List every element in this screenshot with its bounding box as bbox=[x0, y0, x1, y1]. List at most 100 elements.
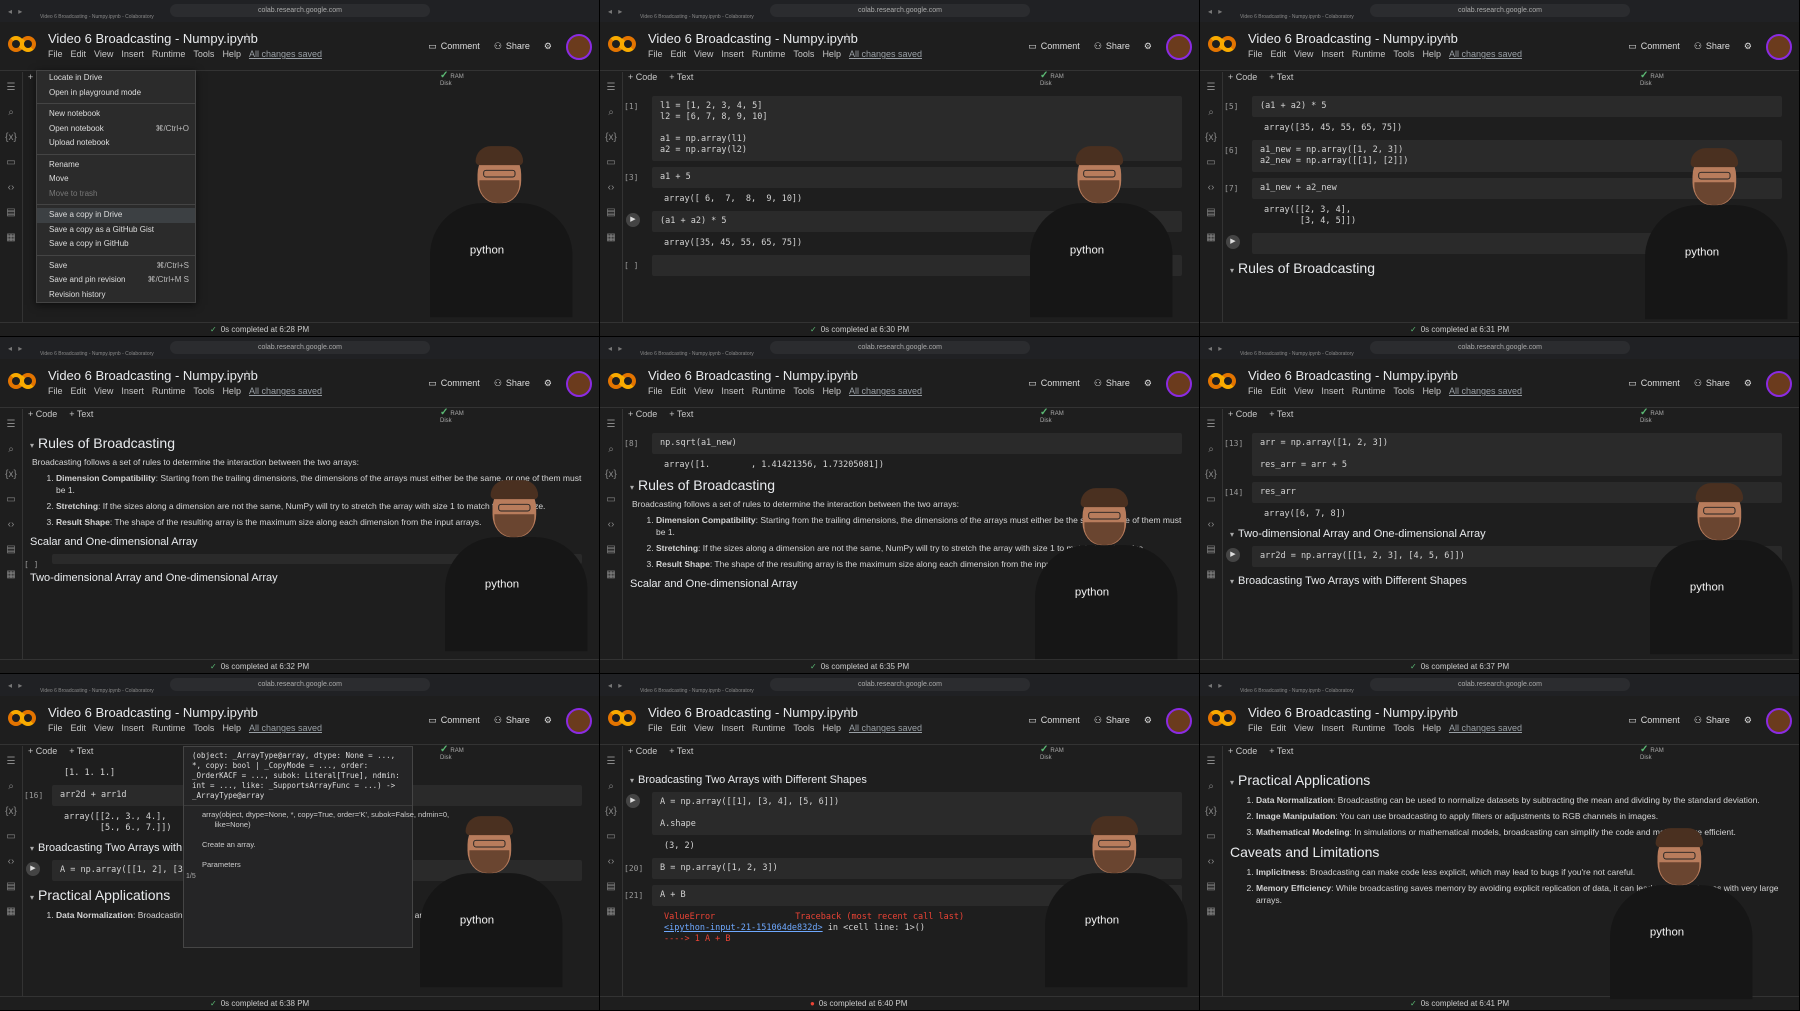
file-menu-item[interactable]: Locate in Drive bbox=[37, 71, 195, 86]
file-menu-item[interactable]: Save a copy in GitHub bbox=[37, 237, 195, 252]
menu-edit[interactable]: Edit bbox=[71, 723, 87, 733]
star-icon[interactable]: ☆ bbox=[1442, 705, 1452, 718]
menu-runtime[interactable]: Runtime bbox=[1352, 723, 1386, 733]
comment-icon[interactable]: ▭ bbox=[1628, 715, 1637, 725]
nav-arrows-icon[interactable]: ◂ ▸ bbox=[1208, 7, 1224, 16]
traceback-link[interactable]: <ipython-input-21-151064de832d> bbox=[664, 923, 823, 933]
cell-code[interactable]: a1_new = np.array([1, 2, 3]) a2_new = np… bbox=[1260, 145, 1408, 166]
terminal-icon[interactable]: ▤ bbox=[1200, 881, 1222, 892]
command-icon[interactable]: ▦ bbox=[600, 906, 622, 917]
saved-status[interactable]: All changes saved bbox=[1449, 386, 1522, 396]
comment-button[interactable]: Comment bbox=[1641, 378, 1680, 388]
notebook-title[interactable]: Video 6 Broadcasting - Numpy.ipynb bbox=[648, 368, 858, 383]
cell-code[interactable]: (a1 + a2) * 5 bbox=[1260, 101, 1327, 111]
comment-icon[interactable]: ▭ bbox=[428, 715, 437, 725]
colab-logo-icon[interactable] bbox=[8, 710, 38, 728]
cell-code[interactable]: a1 + 5 bbox=[660, 172, 691, 182]
share-button[interactable]: Share bbox=[1106, 378, 1130, 388]
menu-runtime[interactable]: Runtime bbox=[152, 723, 186, 733]
cell-code[interactable]: l1 = [1, 2, 3, 4, 5] l2 = [6, 7, 8, 9, 1… bbox=[660, 101, 767, 155]
file-menu-item[interactable]: Save a copy in Drive bbox=[37, 208, 195, 223]
file-menu-item[interactable]: Rename bbox=[37, 158, 195, 173]
command-icon[interactable]: ▦ bbox=[0, 569, 22, 580]
menu-tools[interactable]: Tools bbox=[193, 386, 214, 396]
gear-icon[interactable]: ⚙ bbox=[544, 715, 552, 725]
gear-icon[interactable]: ⚙ bbox=[544, 378, 552, 388]
command-icon[interactable]: ▦ bbox=[1200, 906, 1222, 917]
menu-tools[interactable]: Tools bbox=[793, 386, 814, 396]
search-icon[interactable]: ⌕ bbox=[0, 781, 22, 792]
folder-icon[interactable]: ▭ bbox=[600, 831, 622, 842]
terminal-icon[interactable]: ▤ bbox=[0, 544, 22, 555]
comment-icon[interactable]: ▭ bbox=[1028, 378, 1037, 388]
menu-runtime[interactable]: Runtime bbox=[152, 386, 186, 396]
notebook-title[interactable]: Video 6 Broadcasting - Numpy.ipynb bbox=[648, 705, 858, 720]
menu-help[interactable]: Help bbox=[1422, 723, 1441, 733]
avatar[interactable] bbox=[566, 708, 592, 734]
toc-icon[interactable]: ☰ bbox=[0, 419, 22, 430]
menu-help[interactable]: Help bbox=[822, 723, 841, 733]
browser-tab-title[interactable]: Video 6 Broadcasting - Numpy.ipynb - Col… bbox=[40, 14, 560, 20]
folder-icon[interactable]: ▭ bbox=[0, 157, 22, 168]
add-code-button[interactable]: + Code bbox=[28, 746, 57, 756]
run-cell-icon[interactable]: ▶ bbox=[1226, 548, 1240, 562]
avatar[interactable] bbox=[1166, 34, 1192, 60]
file-menu-item[interactable]: Move bbox=[37, 172, 195, 187]
code-snippets-icon[interactable]: ‹› bbox=[600, 856, 622, 867]
menu-insert[interactable]: Insert bbox=[121, 723, 144, 733]
cell-code[interactable]: B = np.array([1, 2, 3]) bbox=[660, 863, 778, 873]
variables-icon[interactable]: {x} bbox=[0, 132, 22, 143]
menu-help[interactable]: Help bbox=[822, 386, 841, 396]
comment-icon[interactable]: ▭ bbox=[428, 41, 437, 51]
execution-status[interactable]: ✓ 0s completed at 6:31 PM bbox=[1410, 325, 1509, 334]
add-text-button[interactable]: + Text bbox=[669, 72, 693, 82]
folder-icon[interactable]: ▭ bbox=[1200, 157, 1222, 168]
menu-tools[interactable]: Tools bbox=[793, 723, 814, 733]
section-heading[interactable]: ▾ Broadcasting Two Arrays with Different … bbox=[630, 774, 1192, 786]
menu-file[interactable]: File bbox=[1248, 386, 1263, 396]
add-text-button[interactable]: + Text bbox=[669, 746, 693, 756]
menu-insert[interactable]: Insert bbox=[721, 386, 744, 396]
menu-edit[interactable]: Edit bbox=[71, 386, 87, 396]
browser-tab-title[interactable]: Video 6 Broadcasting - Numpy.ipynb - Col… bbox=[1240, 14, 1760, 20]
add-text-button[interactable]: + Text bbox=[1269, 72, 1293, 82]
add-code-button[interactable]: + Code bbox=[628, 72, 657, 82]
terminal-icon[interactable]: ▤ bbox=[600, 207, 622, 218]
section-heading[interactable]: ▾ Rules of Broadcasting bbox=[30, 435, 592, 451]
menu-view[interactable]: View bbox=[1294, 723, 1313, 733]
share-icon[interactable]: ⚇ bbox=[1694, 715, 1702, 725]
folder-icon[interactable]: ▭ bbox=[1200, 494, 1222, 505]
share-icon[interactable]: ⚇ bbox=[1694, 378, 1702, 388]
share-button[interactable]: Share bbox=[506, 378, 530, 388]
gear-icon[interactable]: ⚙ bbox=[1744, 378, 1752, 388]
gear-icon[interactable]: ⚙ bbox=[1744, 715, 1752, 725]
add-code-button[interactable]: + Code bbox=[628, 746, 657, 756]
avatar[interactable] bbox=[1766, 708, 1792, 734]
share-icon[interactable]: ⚇ bbox=[1094, 715, 1102, 725]
nav-arrows-icon[interactable]: ◂ ▸ bbox=[8, 681, 24, 690]
file-menu-item[interactable]: New notebook bbox=[37, 107, 195, 122]
comment-icon[interactable]: ▭ bbox=[428, 378, 437, 388]
cell-code[interactable]: np.sqrt(a1_new) bbox=[660, 438, 737, 448]
collapse-caret-icon[interactable]: ▾ bbox=[1230, 577, 1234, 586]
cell-code[interactable]: res_arr bbox=[1260, 487, 1296, 497]
search-icon[interactable]: ⌕ bbox=[1200, 781, 1222, 792]
comment-button[interactable]: Comment bbox=[1041, 41, 1080, 51]
share-button[interactable]: Share bbox=[1706, 715, 1730, 725]
execution-status[interactable]: ● 0s completed at 6:40 PM bbox=[810, 999, 907, 1008]
search-icon[interactable]: ⌕ bbox=[1200, 444, 1222, 455]
cell-code[interactable]: arr2d = np.array([[1, 2, 3], [4, 5, 6]]) bbox=[1260, 551, 1465, 561]
menu-file[interactable]: File bbox=[48, 723, 63, 733]
collapse-caret-icon[interactable]: ▾ bbox=[1230, 530, 1234, 539]
folder-icon[interactable]: ▭ bbox=[600, 494, 622, 505]
menu-edit[interactable]: Edit bbox=[71, 49, 87, 59]
cell-code[interactable]: arr = np.array([1, 2, 3]) res_arr = arr … bbox=[1260, 438, 1388, 470]
share-button[interactable]: Share bbox=[1106, 41, 1130, 51]
file-menu-item[interactable]: Save ⌘/Ctrl+S bbox=[37, 259, 195, 274]
add-code-button[interactable]: + Code bbox=[1228, 746, 1257, 756]
add-text-button[interactable]: + Text bbox=[69, 746, 93, 756]
notebook-title[interactable]: Video 6 Broadcasting - Numpy.ipynb bbox=[48, 368, 258, 383]
menu-tools[interactable]: Tools bbox=[793, 49, 814, 59]
avatar[interactable] bbox=[1166, 708, 1192, 734]
menu-file[interactable]: File bbox=[648, 49, 663, 59]
